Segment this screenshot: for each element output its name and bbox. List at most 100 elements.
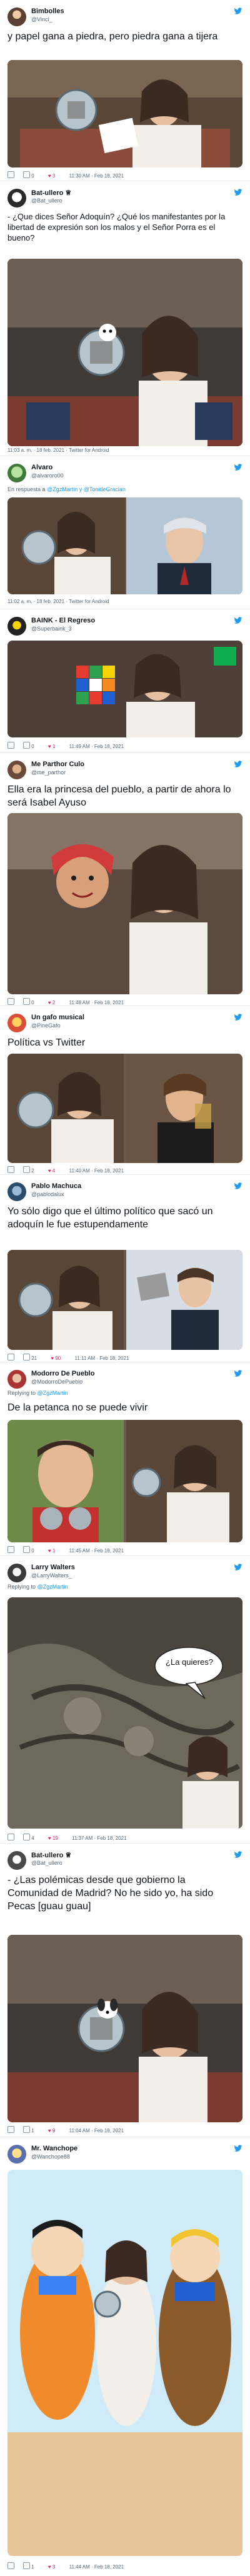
reply-to-link[interactable]: @ZgzMartin xyxy=(38,1584,68,1590)
timestamp[interactable]: 11:02 a. m. · 18 feb. 2021 · Twitter for… xyxy=(8,599,109,604)
princess-meme-photo xyxy=(8,813,242,994)
avatar[interactable] xyxy=(8,2145,26,2164)
avatar[interactable] xyxy=(8,1182,26,1201)
twitter-bird-icon[interactable] xyxy=(234,1182,242,1190)
retweet-icon[interactable]: 2 xyxy=(23,1166,40,1174)
avatar[interactable] xyxy=(8,189,26,207)
heart-icon[interactable]: ♥ 1 xyxy=(48,1548,61,1554)
reply-prefix: En respuesta a xyxy=(8,486,46,492)
author-handle[interactable]: @Vinci_ xyxy=(31,16,52,22)
tweet-image[interactable] xyxy=(8,1054,242,1163)
author-name[interactable]: BAINK - El Regreso xyxy=(31,617,95,624)
timestamp[interactable]: 11:45 AM · Feb 18, 2021 xyxy=(69,1548,124,1554)
tweet-image[interactable] xyxy=(8,259,242,446)
author-name[interactable]: Pablo Machuca xyxy=(31,1182,81,1190)
avatar[interactable] xyxy=(8,7,26,26)
reply-icon[interactable] xyxy=(8,2562,16,2570)
avatar[interactable] xyxy=(8,761,26,779)
author-handle[interactable]: @Superbaink_3 xyxy=(31,626,72,632)
author-handle[interactable]: @alvaroro00 xyxy=(31,472,64,479)
twitter-bird-icon[interactable] xyxy=(234,1564,242,1571)
author-handle[interactable]: @me_parthor xyxy=(31,769,66,776)
twitter-bird-icon[interactable] xyxy=(234,1014,242,1021)
twitter-bird-icon[interactable] xyxy=(234,1370,242,1377)
retweet-icon[interactable]: 21 xyxy=(23,1354,43,1361)
reply-icon[interactable] xyxy=(8,1834,16,1841)
retweet-icon[interactable]: 4 xyxy=(23,1834,40,1841)
author-handle[interactable]: @Bat_ullero xyxy=(31,197,62,204)
author-handle[interactable]: @pablodalux xyxy=(31,1191,64,1197)
retweet-icon[interactable]: 0 xyxy=(23,742,40,749)
tweet-image[interactable] xyxy=(8,1250,242,1350)
author-name[interactable]: Bat-ullero ♕ xyxy=(31,1851,71,1859)
timestamp[interactable]: 11:48 AM · Feb 18, 2021 xyxy=(69,1000,124,1006)
reply-icon[interactable] xyxy=(8,1546,16,1554)
author-name[interactable]: Me Parthor Culo xyxy=(31,761,84,768)
tweet-image[interactable] xyxy=(8,813,242,994)
avatar[interactable] xyxy=(8,1851,26,1870)
heart-icon[interactable]: ♥ 3 xyxy=(48,173,61,179)
retweet-icon[interactable]: 1 xyxy=(23,2126,40,2134)
twitter-bird-icon[interactable] xyxy=(234,7,242,15)
reply-context: En respuesta a @ZgzMartin y @TonideGraci… xyxy=(8,486,126,492)
avatar[interactable] xyxy=(8,464,26,482)
heart-icon[interactable]: ♥ 9 xyxy=(48,2128,61,2134)
author-handle[interactable]: @ModorroDePueblo xyxy=(31,1379,82,1385)
tweet-image[interactable] xyxy=(8,497,242,594)
avatar[interactable] xyxy=(8,1014,26,1032)
author-handle[interactable]: @Wanchope88 xyxy=(31,2154,70,2160)
author-name[interactable]: Larry Walters xyxy=(31,1564,75,1571)
tweet-image[interactable]: ¿La quieres? xyxy=(8,1597,242,1829)
timestamp[interactable]: 11:49 AM · Feb 18, 2021 xyxy=(69,744,124,749)
timestamp[interactable]: 11:44 AM · Feb 18, 2021 xyxy=(69,2564,124,2570)
heart-icon[interactable]: ♥ 19 xyxy=(48,1835,64,1841)
retweet-icon[interactable]: 0 xyxy=(23,1546,40,1554)
retweet-icon[interactable]: 1 xyxy=(23,2562,40,2570)
twitter-bird-icon[interactable] xyxy=(234,617,242,624)
author-handle[interactable]: @PineGafo xyxy=(31,1022,61,1029)
author-name[interactable]: Mr. Wanchope xyxy=(31,2145,78,2152)
timestamp[interactable]: 11:37 AM · Feb 18, 2021 xyxy=(72,1835,126,1841)
heart-icon[interactable]: ♥ 4 xyxy=(48,1168,61,1174)
reply-icon[interactable] xyxy=(8,171,16,179)
tweet-image[interactable] xyxy=(8,641,242,737)
tweet-image[interactable] xyxy=(8,60,242,167)
reply-to-link[interactable]: @ZgzMartin y @TonideGracian xyxy=(47,486,126,492)
timestamp[interactable]: 11:11 AM · Feb 18, 2021 xyxy=(75,1355,129,1361)
heart-icon[interactable]: ♥ 3 xyxy=(48,2564,61,2570)
tweet-image[interactable] xyxy=(8,1420,242,1542)
reply-to-link[interactable]: @ZgzMartin xyxy=(38,1390,68,1396)
avatar[interactable] xyxy=(8,617,26,636)
twitter-bird-icon[interactable] xyxy=(234,2145,242,2152)
tweet-text: Ella era la princesa del pueblo, a parti… xyxy=(8,784,231,808)
reply-icon[interactable] xyxy=(8,2126,16,2134)
twitter-bird-icon[interactable] xyxy=(234,464,242,471)
avatar[interactable] xyxy=(8,1564,26,1582)
author-name[interactable]: Un gafo musical xyxy=(31,1014,84,1021)
author-handle[interactable]: @Bat_ullero xyxy=(31,1860,62,1866)
reply-icon[interactable] xyxy=(8,742,16,749)
author-name[interactable]: Modorro De Pueblo xyxy=(31,1370,94,1377)
reply-icon[interactable] xyxy=(8,1166,16,1174)
reply-icon[interactable] xyxy=(8,1354,16,1361)
author-handle[interactable]: @LarryWalters_ xyxy=(31,1572,72,1579)
heart-icon[interactable]: ♥ 1 xyxy=(48,744,61,749)
tweet-image[interactable] xyxy=(8,1935,242,2122)
retweet-icon[interactable]: 0 xyxy=(23,998,40,1006)
timestamp[interactable]: 11:03 a. m. · 18 feb. 2021 · Twitter for… xyxy=(8,447,109,453)
author-name[interactable]: Bat-ullero ♕ xyxy=(31,189,71,197)
twitter-bird-icon[interactable] xyxy=(234,761,242,768)
timestamp[interactable]: 11:30 AM · Feb 18, 2021 xyxy=(69,173,124,179)
timestamp[interactable]: 11:40 AM · Feb 18, 2021 xyxy=(69,1168,124,1174)
reply-icon[interactable] xyxy=(8,998,16,1006)
heart-icon[interactable]: ♥ 2 xyxy=(48,1000,61,1006)
tweet-image[interactable] xyxy=(8,2170,242,2556)
retweet-icon[interactable]: 0 xyxy=(23,171,40,179)
timestamp[interactable]: 11:04 AM · Feb 18, 2021 xyxy=(69,2128,124,2134)
heart-icon[interactable]: ♥ 90 xyxy=(51,1355,67,1361)
twitter-bird-icon[interactable] xyxy=(234,189,242,196)
author-name[interactable]: Bimbolles xyxy=(31,7,64,15)
twitter-bird-icon[interactable] xyxy=(234,1851,242,1859)
author-name[interactable]: Alvaro xyxy=(31,464,52,471)
avatar[interactable] xyxy=(8,1370,26,1389)
